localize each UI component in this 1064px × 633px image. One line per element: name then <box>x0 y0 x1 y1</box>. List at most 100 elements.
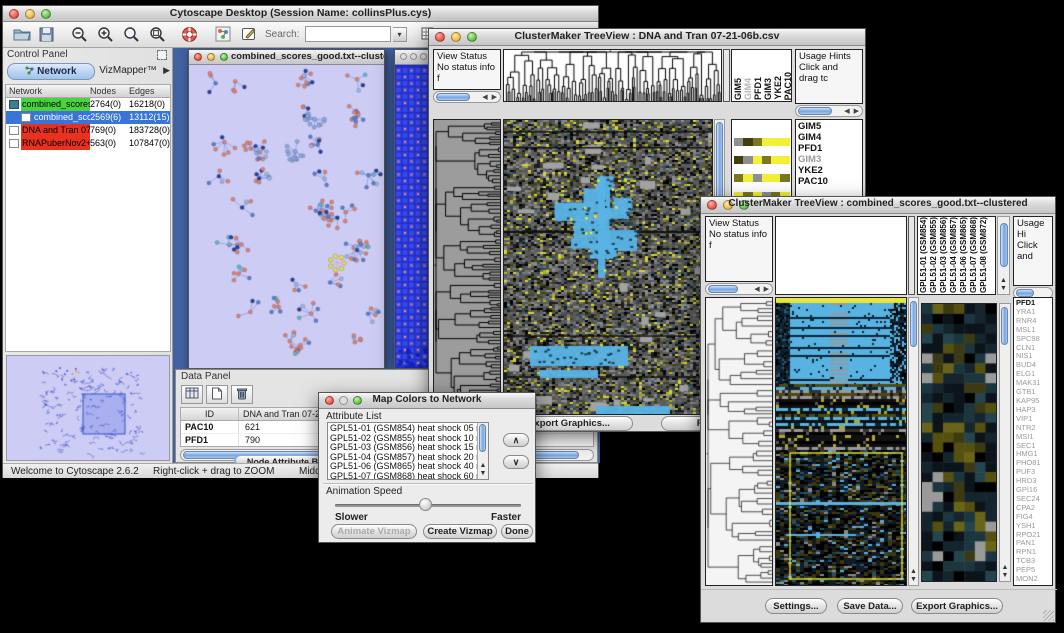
float-panel-icon[interactable] <box>157 50 167 60</box>
view-status-hscrollbar[interactable]: ◀ ▶ <box>705 283 773 295</box>
status-welcome: Welcome to Cytoscape 2.6.2 <box>11 466 139 477</box>
move-attribute-up-button[interactable]: ∧ <box>503 433 529 447</box>
gene-label[interactable]: MON2 <box>1016 575 1050 584</box>
column-label[interactable]: GPL51-06 (GSM865) <box>959 217 969 293</box>
gene-label[interactable]: PAC10 <box>798 176 860 187</box>
column-dendrogram-canvas[interactable] <box>504 50 721 101</box>
gene-label[interactable]: GIM5 <box>798 121 860 132</box>
tab-network[interactable]: Network <box>7 63 95 80</box>
search-input[interactable] <box>305 26 391 42</box>
column-label[interactable]: GPL51-01 (GSM854) <box>919 217 929 293</box>
matrix-cell <box>780 156 789 164</box>
minimize-button[interactable] <box>410 53 417 60</box>
resize-grip[interactable] <box>1043 610 1054 621</box>
control-panel-tabs: Network VizMapper™ ▶ <box>5 63 170 82</box>
minimize-button[interactable] <box>207 53 215 61</box>
matrix-cell <box>743 156 752 164</box>
data-col-id[interactable]: ID <box>181 408 239 420</box>
data-panel-delete-attribute-button[interactable] <box>231 385 253 404</box>
gene-label[interactable]: GIM3 <box>798 154 860 165</box>
zoom-vscrollbar[interactable]: ▲▼ <box>999 303 1011 582</box>
global-heatmap-canvas[interactable] <box>776 298 906 585</box>
gene-label[interactable]: YKE2 <box>798 165 860 176</box>
network-graph-canvas[interactable] <box>189 65 384 368</box>
desktop-background: Cytoscape Desktop (Session Name: collins… <box>0 0 1064 633</box>
global-heatmap-canvas[interactable] <box>504 120 712 414</box>
col-header-nodes[interactable]: Nodes <box>90 85 129 97</box>
open-session-button[interactable] <box>7 25 31 46</box>
network-table-row[interactable]: DNA and Tran 07769(0)183728(0) <box>6 124 170 137</box>
tab-overflow-arrow[interactable]: ▶ <box>163 65 170 76</box>
column-label[interactable]: GPL51-02 (GSM855) <box>929 217 939 293</box>
network-name-label: combined_scores <box>21 98 90 111</box>
gene-label[interactable]: PFD1 <box>798 143 860 154</box>
row-dendrogram-canvas[interactable] <box>706 298 772 585</box>
folder-icon <box>9 100 19 109</box>
zoom-button[interactable] <box>420 53 427 60</box>
attribute-listbox[interactable]: GPL51-01 (GSM854) heat shock 05 minGPL51… <box>327 422 489 480</box>
birdseye-canvas[interactable] <box>7 356 169 460</box>
done-button[interactable]: Done <box>501 524 533 539</box>
view-status-hscrollbar[interactable]: ◀ ▶ <box>433 91 501 103</box>
search-dropdown-icon[interactable]: ▾ <box>393 27 407 42</box>
zoom-selected-icon <box>123 26 140 43</box>
network-table-row[interactable]: combined_sco2569(6)13112(15) <box>6 111 170 124</box>
column-label[interactable]: GPL51-08 (GSM872) <box>979 217 989 293</box>
view-status-box: View Status No status info f <box>705 216 773 282</box>
network-table-row[interactable]: combined_scores2764(0)16218(0) <box>6 98 170 111</box>
search-label: Search: <box>265 29 299 40</box>
annotation-tool-button[interactable] <box>235 25 259 46</box>
vizmapper-tool-button[interactable] <box>209 25 233 46</box>
zoom-out-button[interactable] <box>65 25 89 46</box>
column-tree-panel <box>775 216 907 295</box>
zoom-button[interactable] <box>220 53 228 61</box>
nodes-cell: 563(0) <box>90 137 129 150</box>
column-label[interactable]: GIM3 <box>764 78 773 100</box>
close-button[interactable] <box>400 53 407 60</box>
move-attribute-down-button[interactable]: ∨ <box>503 455 529 469</box>
column-label[interactable]: GPL51-04 (GSM857) <box>949 217 959 293</box>
save-session-button[interactable] <box>33 25 57 46</box>
birdseye-panel[interactable] <box>6 355 170 461</box>
dialog-titlebar[interactable]: Map Colors to Network <box>319 393 535 409</box>
matrix-cell <box>734 156 743 164</box>
file-icon <box>9 139 19 148</box>
zoom-heatmap-canvas[interactable] <box>922 304 996 581</box>
row-dendrogram-canvas[interactable] <box>434 120 500 414</box>
treeview2-titlebar[interactable]: ClusterMaker TreeView : combined_scores_… <box>701 197 1055 214</box>
create-vizmap-button[interactable]: Create Vizmap <box>423 524 497 539</box>
attribute-list-item[interactable]: GPL51-07 (GSM868) heat shock 60 min <box>330 472 476 480</box>
help-button[interactable] <box>175 25 199 46</box>
matrix-cell <box>780 138 789 146</box>
zoom-in-button[interactable] <box>91 25 115 46</box>
column-label[interactable]: GPL51-07 (GSM868) <box>969 217 979 293</box>
network-table-row[interactable]: RNAPuberNov2+563(0)107847(0) <box>6 137 170 150</box>
col-header-network[interactable]: Network <box>6 85 90 97</box>
main-titlebar[interactable]: Cytoscape Desktop (Session Name: collins… <box>3 6 598 22</box>
treeview1-titlebar[interactable]: ClusterMaker TreeView : DNA and Tran 07-… <box>429 29 865 46</box>
column-label[interactable]: YKE2 <box>774 76 783 100</box>
column-label[interactable]: PAC10 <box>784 72 792 100</box>
tab-vizmapper[interactable]: VizMapper™ <box>99 63 157 80</box>
treeview-button[interactable]: Save Data... <box>837 598 903 614</box>
column-labels-vscrollbar[interactable]: ▲▼ <box>997 216 1010 295</box>
column-label[interactable]: GPL51-03 (GSM856) <box>939 217 949 293</box>
heatmap-vscrollbar[interactable]: ▲▼ <box>908 297 919 586</box>
data-panel-new-attribute-button[interactable] <box>206 385 228 404</box>
col-header-edges[interactable]: Edges <box>129 85 170 97</box>
close-button[interactable] <box>194 53 202 61</box>
usage-hints-hscrollbar[interactable]: ◀ ▶ <box>795 105 863 117</box>
column-label[interactable]: PFD1 <box>754 77 763 100</box>
gene-label[interactable]: GIM4 <box>798 132 860 143</box>
column-label[interactable]: GIM5 <box>734 78 743 100</box>
attribute-list-vscrollbar[interactable]: ▲▼ <box>477 423 488 479</box>
speed-slider-thumb[interactable] <box>419 498 432 511</box>
data-panel-select-attributes-button[interactable] <box>181 385 203 404</box>
treeview-button[interactable]: Settings... <box>765 598 827 614</box>
animate-vizmap-button[interactable]: Animate Vizmap <box>331 524 417 539</box>
treeview-button[interactable]: Export Graphics... <box>911 598 1003 614</box>
column-label[interactable]: GIM4 <box>744 78 753 100</box>
zoom-selected-button[interactable] <box>117 25 141 46</box>
network-view-titlebar[interactable]: combined_scores_good.txt--cluste... <box>189 50 384 65</box>
zoom-fit-button[interactable] <box>143 25 167 46</box>
